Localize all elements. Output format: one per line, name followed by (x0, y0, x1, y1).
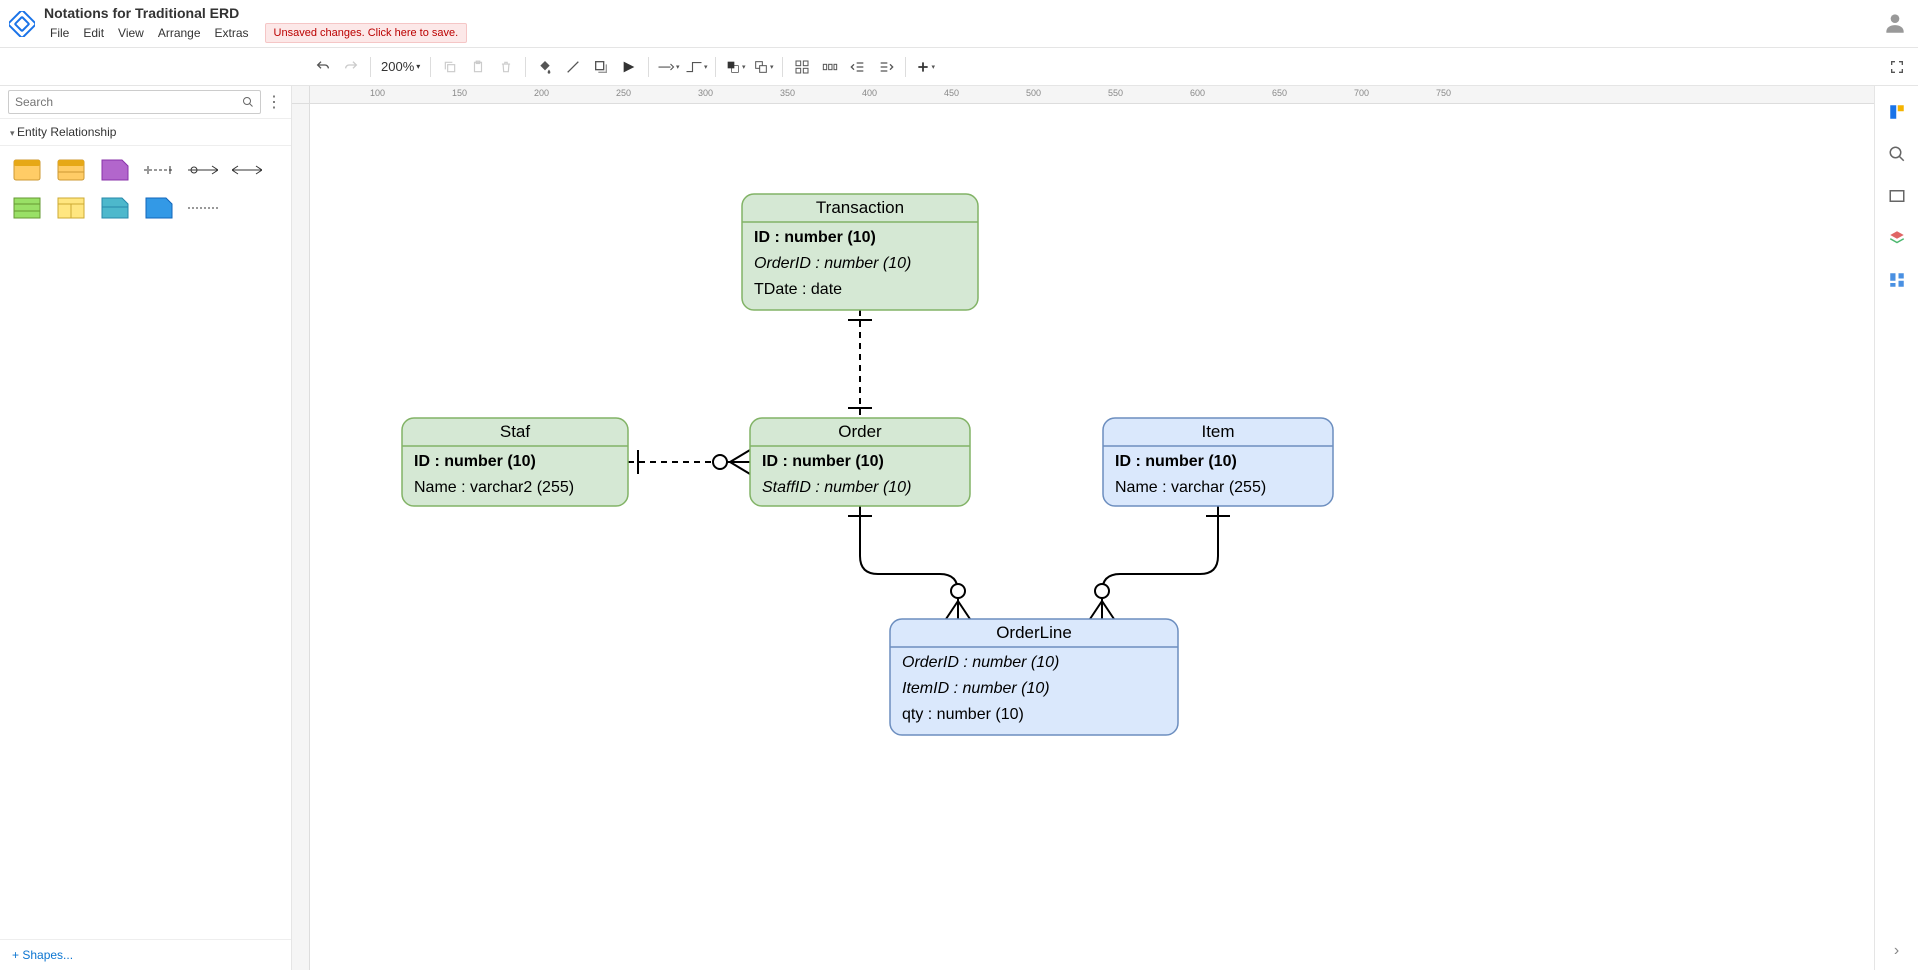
svg-text:Staf: Staf (500, 422, 531, 441)
indent-right-button[interactable] (873, 54, 899, 80)
waypoints-button[interactable]: ▾ (683, 54, 709, 80)
app-logo (8, 10, 36, 38)
ruler-horizontal: 1001502002503003504004505005506006507007… (310, 86, 1874, 104)
shape-palette (0, 146, 291, 232)
entity-orderline[interactable]: OrderLine OrderID : number (10) ItemID : n… (890, 619, 1178, 735)
entity-order[interactable]: Order ID : number (10) StaffID : number (1… (750, 418, 970, 506)
shape-table-orange2[interactable] (56, 158, 86, 182)
undo-button[interactable] (310, 54, 336, 80)
entity-transaction[interactable]: Transaction ID : number (10) OrderID : num… (742, 194, 978, 310)
entity-item[interactable]: Item ID : number (10) Name : varchar (255) (1103, 418, 1333, 506)
menu-file[interactable]: File (44, 24, 75, 42)
shape-rel-crow-crow[interactable] (232, 158, 262, 182)
svg-text:OrderID : number (10): OrderID : number (10) (754, 255, 911, 272)
svg-text:OrderID : number (10): OrderID : number (10) (902, 654, 1059, 671)
collapse-rail-icon[interactable]: › (1894, 942, 1899, 960)
connection-button[interactable]: ▾ (655, 54, 681, 80)
title-area: Notations for Traditional ERD File Edit … (44, 5, 1882, 43)
canvas[interactable]: 1001502002503003504004505005506006507007… (292, 86, 1874, 970)
paste-button[interactable] (465, 54, 491, 80)
shape-rel-o-crow[interactable] (188, 158, 218, 182)
user-icon[interactable] (1882, 10, 1910, 38)
sidebar-more-icon[interactable]: ⋮ (265, 92, 283, 112)
right-rail: › (1874, 86, 1918, 970)
save-notice[interactable]: Unsaved changes. Click here to save. (265, 23, 468, 43)
menu-arrange[interactable]: Arrange (152, 24, 207, 42)
shape-table-teal[interactable] (100, 196, 130, 220)
align-button[interactable] (789, 54, 815, 80)
svg-text:Item: Item (1201, 422, 1234, 441)
menu-view[interactable]: View (112, 24, 150, 42)
canvas-container: 1001502002503003504004505005506006507007… (292, 86, 1874, 970)
shadow-button[interactable] (588, 54, 614, 80)
fullscreen-button[interactable] (1884, 54, 1910, 80)
zoom-selector[interactable]: 200% ▾ (377, 57, 424, 76)
ruler-corner (292, 86, 310, 104)
menu-edit[interactable]: Edit (77, 24, 110, 42)
search-input[interactable] (8, 90, 261, 114)
svg-text:StaffID : number (10): StaffID : number (10) (762, 479, 911, 496)
to-front-button[interactable]: ▾ (722, 54, 748, 80)
menu-bar: File Edit View Arrange Extras Unsaved ch… (44, 23, 1882, 43)
shape-table-orange[interactable] (12, 158, 42, 182)
shape-rel-dash[interactable] (144, 158, 174, 182)
delete-button[interactable] (493, 54, 519, 80)
indent-left-button[interactable] (845, 54, 871, 80)
svg-text:ID : number (10): ID : number (10) (1115, 453, 1237, 470)
line-color-button[interactable] (560, 54, 586, 80)
toolbar: 200% ▾ ▾ ▾ ▾ ▾ ▾ (0, 48, 1918, 86)
tags-panel-icon[interactable] (1885, 268, 1909, 292)
layers-panel-icon[interactable] (1885, 226, 1909, 250)
redo-button[interactable] (338, 54, 364, 80)
ruler-vertical (292, 104, 310, 970)
category-entity-relationship[interactable]: Entity Relationship (0, 119, 291, 146)
menu-extras[interactable]: Extras (209, 24, 255, 42)
fill-color-button[interactable] (532, 54, 558, 80)
search-icon[interactable] (237, 91, 259, 113)
svg-text:Order: Order (838, 422, 882, 441)
erd-diagram[interactable]: TransactionID : number (10)OrderID : num… (310, 104, 1874, 970)
format-panel-icon[interactable] (1885, 100, 1909, 124)
svg-text:ID : number (10): ID : number (10) (414, 453, 536, 470)
shape-table-yellow[interactable] (56, 196, 86, 220)
shape-table-blue[interactable] (144, 196, 174, 220)
svg-text:Name : varchar2 (255): Name : varchar2 (255) (414, 479, 574, 496)
more-shapes-button[interactable]: + Shapes... (0, 939, 291, 970)
search-container: ⋮ (0, 86, 291, 119)
style-button[interactable] (616, 54, 642, 80)
document-title[interactable]: Notations for Traditional ERD (44, 5, 1882, 21)
shape-table-green[interactable] (12, 196, 42, 220)
svg-text:ItemID : number (10): ItemID : number (10) (902, 680, 1050, 697)
entity-staf[interactable]: Staf ID : number (10) Name : varchar2 (255… (402, 418, 628, 506)
shape-sidebar: ⋮ Entity Relationship + Shapes... (0, 86, 292, 970)
svg-text:ID : number (10): ID : number (10) (762, 453, 884, 470)
svg-text:qty : number (10): qty : number (10) (902, 706, 1024, 723)
shape-table-purple[interactable] (100, 158, 130, 182)
app-header: Notations for Traditional ERD File Edit … (0, 0, 1918, 48)
distribute-button[interactable] (817, 54, 843, 80)
search-panel-icon[interactable] (1885, 142, 1909, 166)
outline-panel-icon[interactable] (1885, 184, 1909, 208)
insert-button[interactable]: ▾ (912, 54, 938, 80)
svg-text:OrderLine: OrderLine (996, 623, 1072, 642)
copy-button[interactable] (437, 54, 463, 80)
to-back-button[interactable]: ▾ (750, 54, 776, 80)
svg-text:TDate : date: TDate : date (754, 281, 842, 298)
svg-text:Transaction: Transaction (816, 198, 904, 217)
svg-text:Name : varchar (255): Name : varchar (255) (1115, 479, 1266, 496)
shape-rel-solid[interactable] (188, 196, 218, 220)
svg-text:ID : number (10): ID : number (10) (754, 229, 876, 246)
